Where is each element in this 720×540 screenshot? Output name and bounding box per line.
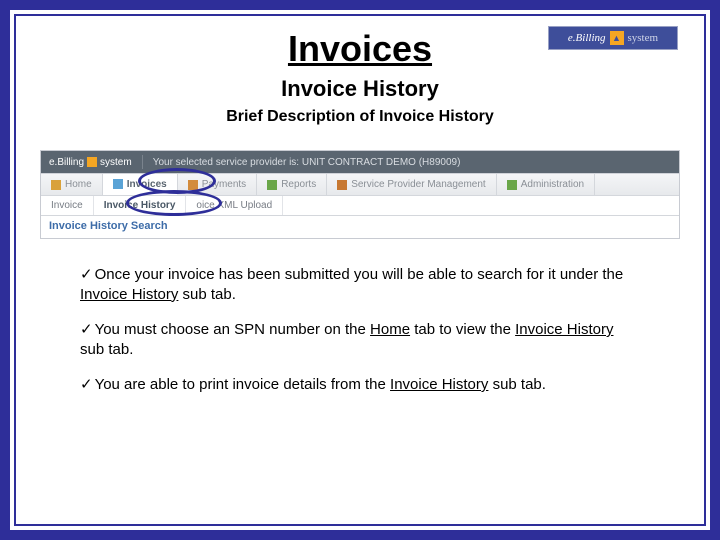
topbar-brand-sys: system: [100, 157, 132, 168]
bullet-2: ✓You must choose an SPN number on the Ho…: [80, 320, 640, 359]
subtab-xml-upload[interactable]: oice XML Upload: [186, 196, 283, 215]
subtab-invoice-history-label: Invoice History: [104, 200, 176, 211]
tab-spm-label: Service Provider Management: [351, 179, 486, 190]
bullet-3: ✓You are able to print invoice details f…: [80, 375, 640, 395]
bullet-2-text-b: sub tab.: [80, 341, 133, 358]
app-screenshot-wrap: e.Billing system Your selected service p…: [38, 150, 682, 239]
bullet-2-text-mid: tab to view the: [410, 321, 515, 338]
tab-admin[interactable]: Administration: [497, 174, 595, 195]
tab-reports-label: Reports: [281, 179, 316, 190]
brand-system: system: [628, 32, 659, 44]
invoices-icon: [113, 179, 123, 189]
topbar-brand: e.Billing system: [49, 157, 132, 168]
bullet-2-text-a: You must choose an SPN number on the: [95, 321, 370, 338]
bullet-3-underline: Invoice History: [390, 376, 488, 393]
bullet-3-text-a: You are able to print invoice details fr…: [95, 376, 390, 393]
tab-payments[interactable]: Payments: [178, 174, 257, 195]
spm-icon: [337, 180, 347, 190]
page-subtitle: Invoice History: [38, 76, 682, 102]
tab-home-label: Home: [65, 179, 92, 190]
slide-inner: e.Billing ▲ system Invoices Invoice Hist…: [10, 10, 710, 530]
subtab-invoice[interactable]: Invoice: [41, 196, 94, 215]
slide-frame: e.Billing ▲ system Invoices Invoice Hist…: [0, 0, 720, 540]
bullet-list: ✓Once your invoice has been submitted yo…: [80, 265, 640, 395]
tab-payments-label: Payments: [202, 179, 246, 190]
invoice-history-search-header: Invoice History Search: [41, 215, 679, 238]
home-icon: [51, 180, 61, 190]
bullet-1-text-b: sub tab.: [178, 286, 236, 303]
topbar-star-icon: [87, 157, 97, 167]
bullet-3-text-b: sub tab.: [488, 376, 546, 393]
bullet-2-underline-home: Home: [370, 321, 410, 338]
check-icon: ✓: [80, 266, 93, 283]
tab-invoices-label: Invoices: [127, 179, 167, 190]
app-screenshot: e.Billing system Your selected service p…: [40, 150, 680, 239]
tab-admin-label: Administration: [521, 179, 584, 190]
topbar-brand-e: e.Billing: [49, 157, 84, 168]
topbar-provider-text: Your selected service provider is: UNIT …: [153, 157, 461, 168]
bullet-1-underline: Invoice History: [80, 286, 178, 303]
main-tabs: Home Invoices Payments Reports: [41, 173, 679, 195]
bullet-1: ✓Once your invoice has been submitted yo…: [80, 265, 640, 304]
tab-invoices[interactable]: Invoices: [103, 174, 178, 195]
sub-tabs: Invoice Invoice History oice XML Upload: [41, 195, 679, 215]
bullet-2-underline-ih: Invoice History: [515, 321, 613, 338]
tab-reports[interactable]: Reports: [257, 174, 327, 195]
check-icon: ✓: [80, 321, 93, 338]
topbar-divider: [142, 155, 143, 169]
subtab-invoice-history[interactable]: Invoice History: [94, 196, 187, 215]
app-topbar: e.Billing system Your selected service p…: [41, 151, 679, 173]
payments-icon: [188, 180, 198, 190]
brand-star-icon: ▲: [610, 31, 624, 45]
subtab-xml-upload-label: oice XML Upload: [196, 200, 272, 211]
admin-icon: [507, 180, 517, 190]
page-description: Brief Description of Invoice History: [38, 108, 682, 126]
tab-spm[interactable]: Service Provider Management: [327, 174, 497, 195]
brand-ebilling: e.Billing: [568, 32, 606, 44]
brand-badge: e.Billing ▲ system: [548, 26, 678, 50]
subtab-invoice-label: Invoice: [51, 200, 83, 211]
check-icon: ✓: [80, 376, 93, 393]
tab-home[interactable]: Home: [41, 174, 103, 195]
reports-icon: [267, 180, 277, 190]
bullet-1-text-a: Once your invoice has been submitted you…: [95, 266, 624, 283]
